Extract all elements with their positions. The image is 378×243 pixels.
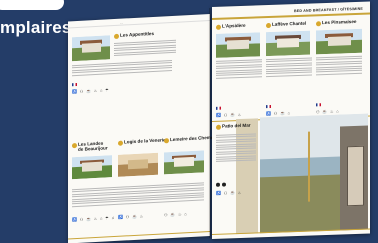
left-brochure-page: … Les Appentitles ♿ ⚇ ☕ ♨ ⌂ ☂ Les Landes… <box>68 14 216 243</box>
amenity-icons: ♿ ⚇ ☕ ♨ <box>216 111 243 118</box>
intro-text: … <box>120 20 123 25</box>
listing-photo-7 <box>316 28 362 55</box>
category-icon <box>266 22 271 29</box>
listing-name-line2: de Beaurijour <box>78 145 108 152</box>
listing-name: Patio del Mar <box>222 122 251 129</box>
category-icon <box>72 142 77 149</box>
listing-name: Les Appentitles <box>120 30 155 38</box>
amenity-icons: ⚇ ☕ ♨ ⌂ <box>164 211 188 218</box>
amenity-icons: ♿ ⚇ ☕ ♨ <box>118 213 145 220</box>
listing-name: Logis de la Venerie <box>124 137 166 145</box>
amenity-icons: ♿ ⚇ ☕ ♨ ⌂ ☂ ♫ <box>72 214 116 223</box>
listing-text-lines <box>316 55 362 77</box>
bottom-text-lines <box>72 182 204 208</box>
white-badge <box>0 0 64 10</box>
listing-photo-5 <box>216 32 260 58</box>
listing-photo-3 <box>118 152 158 177</box>
category-icon <box>216 124 221 130</box>
listing-text-lines <box>266 57 312 79</box>
bottom-rule <box>68 231 210 240</box>
category-icon <box>114 33 119 40</box>
listing-name: Laffève Chantel <box>272 20 307 27</box>
category-icon <box>216 24 221 30</box>
listing-photo-1 <box>72 35 110 62</box>
feature-photo <box>260 113 368 234</box>
amenity-icons: ♿ ⚇ ☕ ♨ <box>216 189 243 196</box>
language-flag <box>72 82 77 87</box>
category-icon <box>118 140 123 146</box>
category-icon <box>316 21 321 27</box>
amenity-icons: ⚇ ☕ ♨ ⌂ <box>316 108 340 115</box>
price-table <box>72 59 172 77</box>
listing-name: Les Pinsmaisee <box>322 18 357 26</box>
listing-photo-2 <box>72 155 112 180</box>
language-flag <box>216 106 221 110</box>
listing-text-lines <box>114 39 176 58</box>
listing-text-lines <box>216 133 256 163</box>
amenity-icons: ♿ ⚇ ☕ ♨ ⌂ ☂ <box>72 87 110 95</box>
right-brochure-page: BED AND BREAKFAST / GÎTES/MINE L'Apsidèr… <box>212 1 370 240</box>
category-icon <box>164 138 169 144</box>
headline-text: mplaires <box>0 18 72 37</box>
listing-name: L'Apsidère <box>222 22 246 29</box>
info-dot <box>222 182 226 187</box>
listing-photo-4 <box>164 150 204 175</box>
language-flag <box>266 104 271 109</box>
language-flag <box>316 103 321 107</box>
top-rule <box>68 20 210 29</box>
info-dot <box>216 182 220 187</box>
listing-photo-6 <box>266 30 310 57</box>
listing-text-lines <box>216 59 262 80</box>
amenity-icons: ♿ ⚇ ☕ ⌂ <box>266 110 291 117</box>
